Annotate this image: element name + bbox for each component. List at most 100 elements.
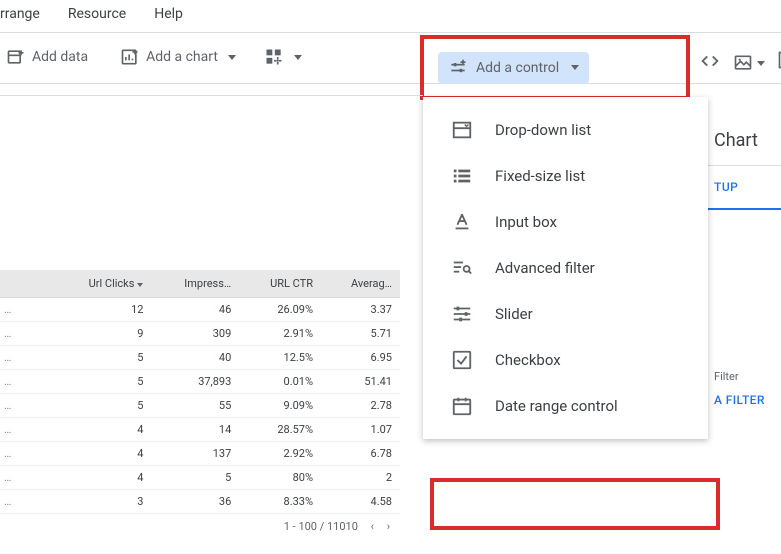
- table-row[interactable]: …4580%2: [0, 466, 400, 490]
- advanced-filter-icon: [451, 257, 473, 279]
- dropdown-item-label: Date range control: [495, 397, 618, 415]
- table-cell: …: [0, 298, 52, 322]
- col-url-ctr[interactable]: URL CTR: [239, 270, 321, 298]
- table-cell: 36: [151, 490, 239, 514]
- table-cell: …: [0, 394, 52, 418]
- table-cell: 309: [151, 322, 239, 346]
- add-filter-link[interactable]: A FILTER: [708, 383, 781, 407]
- table-cell: 51.41: [321, 370, 400, 394]
- table-cell: …: [0, 442, 52, 466]
- col-url-clicks[interactable]: Url Clicks: [52, 270, 151, 298]
- sort-caret-icon: [137, 283, 143, 287]
- chevron-down-icon: [571, 65, 579, 70]
- dropdown-list-icon: [451, 119, 473, 141]
- input-box-icon: [451, 211, 473, 233]
- add-control-highlight: Add a control: [420, 35, 690, 100]
- table-cell: 5: [52, 346, 151, 370]
- table-cell: 46: [151, 298, 239, 322]
- menu-help[interactable]: Help: [154, 6, 183, 22]
- add-data-icon: [6, 47, 26, 67]
- table-cell: 5: [151, 466, 239, 490]
- add-chart-icon: [120, 47, 140, 67]
- table-cell: 8.33%: [239, 490, 321, 514]
- right-toolbar: [699, 50, 781, 76]
- table-cell: 137: [151, 442, 239, 466]
- add-control-dropdown: Drop-down list Fixed-size list Input box…: [423, 97, 708, 439]
- table-row[interactable]: …537,8930.01%51.41: [0, 370, 400, 394]
- table-cell: 2.92%: [239, 442, 321, 466]
- table-row[interactable]: …41428.57%1.07: [0, 418, 400, 442]
- code-icon[interactable]: [699, 50, 721, 76]
- table-cell: …: [0, 370, 52, 394]
- table-cell: 1.07: [321, 418, 400, 442]
- dropdown-item-label: Slider: [495, 305, 533, 323]
- table-cell: 0.01%: [239, 370, 321, 394]
- pager-next[interactable]: ›: [387, 520, 390, 533]
- dropdown-item-label: Drop-down list: [495, 121, 591, 139]
- chevron-down-icon: [294, 55, 302, 60]
- dropdown-item-label: Fixed-size list: [495, 167, 585, 185]
- table-cell: 3.37: [321, 298, 400, 322]
- table-cell: …: [0, 418, 52, 442]
- table-cell: 6.95: [321, 346, 400, 370]
- dropdown-item-checkbox[interactable]: Checkbox: [423, 337, 708, 383]
- table-row[interactable]: …3368.33%4.58: [0, 490, 400, 514]
- col-first[interactable]: [0, 270, 52, 298]
- image-icon[interactable]: [733, 50, 765, 76]
- side-panel: Chart TUP Filter A FILTER: [708, 120, 781, 407]
- table-pager: 1 - 100 / 11010 ‹ ›: [0, 514, 400, 533]
- add-data-button[interactable]: Add data: [0, 43, 94, 71]
- table-row[interactable]: …5559.09%2.78: [0, 394, 400, 418]
- table-cell: 14: [151, 418, 239, 442]
- panel-title: Chart: [708, 120, 781, 166]
- slider-icon: [451, 303, 473, 325]
- dropdown-item-fixed-size-list[interactable]: Fixed-size list: [423, 153, 708, 199]
- table-cell: …: [0, 466, 52, 490]
- chevron-down-icon: [757, 61, 765, 66]
- add-control-label: Add a control: [476, 60, 559, 76]
- table-cell: 4.58: [321, 490, 400, 514]
- dropdown-item-input-box[interactable]: Input box: [423, 199, 708, 245]
- tab-setup[interactable]: TUP: [708, 166, 781, 210]
- dropdown-item-label: Advanced filter: [495, 259, 595, 277]
- table-cell: 4: [52, 466, 151, 490]
- dropdown-item-advanced-filter[interactable]: Advanced filter: [423, 245, 708, 291]
- table-cell: 80%: [239, 466, 321, 490]
- dropdown-item-date-range[interactable]: Date range control: [423, 383, 708, 429]
- table-cell: 26.09%: [239, 298, 321, 322]
- text-icon[interactable]: [777, 50, 781, 76]
- table-cell: 5: [52, 370, 151, 394]
- table-cell: 12: [52, 298, 151, 322]
- pager-status: 1 - 100 / 11010: [284, 520, 358, 533]
- table-cell: 55: [151, 394, 239, 418]
- add-control-button[interactable]: Add a control: [438, 52, 589, 84]
- table-header-row: Url Clicks Impress… URL CTR Averag…: [0, 270, 400, 298]
- table-row[interactable]: …41372.92%6.78: [0, 442, 400, 466]
- menu-arrange[interactable]: rrange: [0, 6, 40, 22]
- table-cell: 4: [52, 418, 151, 442]
- table-row[interactable]: …54012.5%6.95: [0, 346, 400, 370]
- checkbox-icon: [451, 349, 473, 371]
- table-cell: 12.5%: [239, 346, 321, 370]
- date-range-icon: [451, 395, 473, 417]
- data-table: Url Clicks Impress… URL CTR Averag… …124…: [0, 270, 400, 533]
- menubar: rrange Resource Help: [0, 0, 781, 32]
- table-cell: …: [0, 322, 52, 346]
- pager-prev[interactable]: ‹: [371, 520, 374, 533]
- table-cell: 2.91%: [239, 322, 321, 346]
- add-chart-button[interactable]: Add a chart: [114, 43, 242, 71]
- table-row[interactable]: …93092.91%5.71: [0, 322, 400, 346]
- dropdown-item-drop-down-list[interactable]: Drop-down list: [423, 107, 708, 153]
- table-cell: …: [0, 346, 52, 370]
- table-cell: 28.57%: [239, 418, 321, 442]
- col-impressions[interactable]: Impress…: [151, 270, 239, 298]
- table-row[interactable]: …124626.09%3.37: [0, 298, 400, 322]
- community-viz-button[interactable]: [258, 43, 308, 71]
- add-chart-label: Add a chart: [146, 49, 218, 65]
- col-average[interactable]: Averag…: [321, 270, 400, 298]
- table-cell: 9.09%: [239, 394, 321, 418]
- table-cell: 37,893: [151, 370, 239, 394]
- menu-resource[interactable]: Resource: [68, 6, 126, 22]
- dropdown-item-slider[interactable]: Slider: [423, 291, 708, 337]
- table-cell: 5.71: [321, 322, 400, 346]
